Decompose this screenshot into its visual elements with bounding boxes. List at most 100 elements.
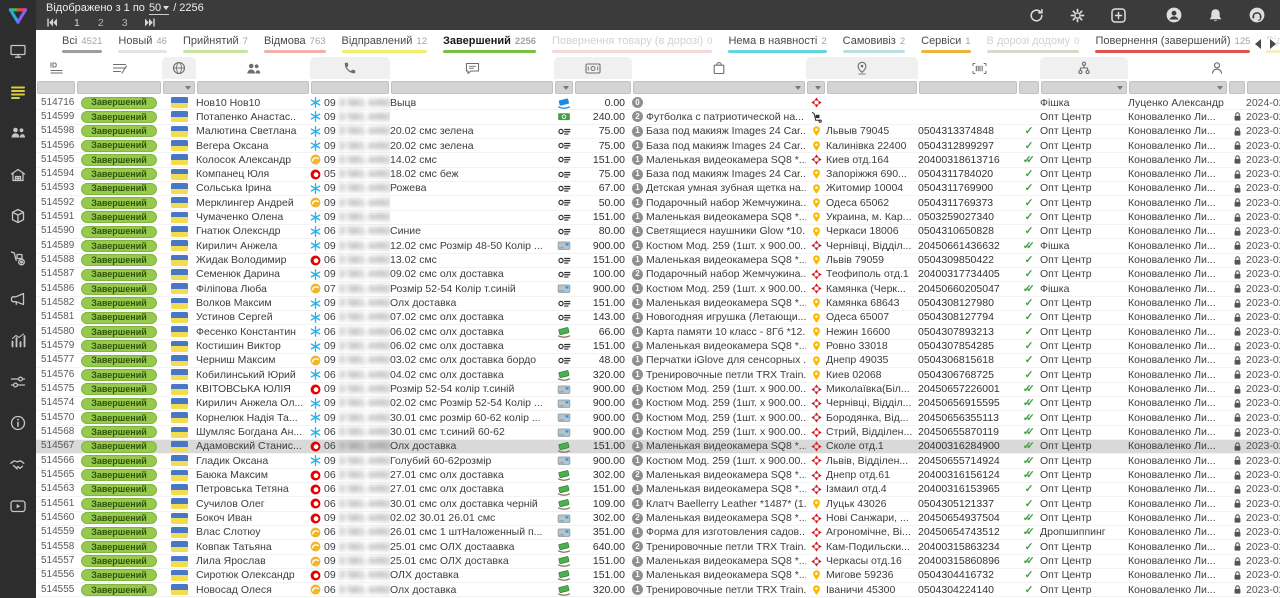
- last-page-button[interactable]: [144, 17, 156, 28]
- filter-payment[interactable]: [555, 81, 573, 94]
- sidebar-item-warehouse[interactable]: [0, 154, 36, 195]
- filter-comment[interactable]: [391, 81, 553, 94]
- table-row[interactable]: 514560ЗавершенийБокоч Иван093 581 449202…: [36, 512, 1280, 526]
- table-row[interactable]: 514557ЗавершенийЛила Ярослав093 581 4492…: [36, 555, 1280, 569]
- table-row[interactable]: 514586ЗавершенийФіліпова Люба073 581 449…: [36, 282, 1280, 296]
- sidebar-item-products[interactable]: [0, 196, 36, 237]
- filter-amount[interactable]: [575, 81, 631, 94]
- table-row[interactable]: 514596ЗавершенийВегера Оксана093 581 449…: [36, 139, 1280, 153]
- user-avatar[interactable]: [1165, 6, 1183, 24]
- filter-check[interactable]: [1019, 81, 1039, 94]
- column-tracking[interactable]: [918, 57, 1040, 79]
- table-row[interactable]: 514595ЗавершенийКолосок Александр093 581…: [36, 153, 1280, 167]
- sidebar-item-marketing[interactable]: [0, 278, 36, 319]
- page-button[interactable]: 2: [98, 17, 104, 29]
- first-page-button[interactable]: [46, 17, 58, 28]
- column-city[interactable]: [806, 57, 918, 79]
- filter-country[interactable]: [163, 81, 195, 94]
- table-row[interactable]: 514590ЗавершенийГнатюк Олексндр063 581 4…: [36, 225, 1280, 239]
- table-row[interactable]: 514559ЗавершенийВлас Слотюу063 581 44922…: [36, 526, 1280, 540]
- table-row[interactable]: 514581ЗавершенийУстинов Сергей063 581 44…: [36, 311, 1280, 325]
- tab-відмова[interactable]: Відмова763: [256, 30, 334, 53]
- column-phone[interactable]: [310, 57, 390, 79]
- tab-повернення-завершений-[interactable]: Повернення (завершений)125: [1087, 30, 1258, 53]
- column-id[interactable]: ID: [36, 57, 76, 79]
- page-size-select[interactable]: 50: [149, 2, 169, 15]
- bell-icon[interactable]: [1207, 7, 1224, 24]
- tab-нема-в-наявності[interactable]: Нема в наявності2: [720, 30, 834, 53]
- table-row[interactable]: 514574ЗавершенийКирилич Анжела Ол...093 …: [36, 397, 1280, 411]
- app-logo[interactable]: [0, 0, 36, 30]
- table-row[interactable]: 514556ЗавершенийСиротюк Олександр093 581…: [36, 569, 1280, 583]
- refresh-button[interactable]: [1028, 7, 1045, 24]
- page-button[interactable]: 1: [74, 17, 80, 29]
- sidebar-item-tutorials[interactable]: [0, 485, 36, 526]
- table-row[interactable]: 514591ЗавершенийЧумаченко Олена093 581 4…: [36, 211, 1280, 225]
- table-row[interactable]: 514555ЗавершенийНовосад Олеся063 581 449…: [36, 583, 1280, 597]
- filter-customer[interactable]: [197, 81, 309, 94]
- column-product[interactable]: [632, 57, 806, 79]
- tab-відправлений[interactable]: Відправлений12: [334, 30, 435, 53]
- table-row[interactable]: 514570ЗавершенийКорнелюк Надія Та...093 …: [36, 411, 1280, 425]
- filter-date[interactable]: [1247, 81, 1280, 94]
- column-customer[interactable]: [196, 57, 310, 79]
- table-row[interactable]: 514563ЗавершенийПетровська Тетяна063 581…: [36, 483, 1280, 497]
- table-row[interactable]: 514594ЗавершенийКомпанец Юля053 581 4492…: [36, 168, 1280, 182]
- sidebar-item-info[interactable]: [0, 403, 36, 444]
- table-row[interactable]: 514598ЗавершенийМалютина Светлана093 581…: [36, 125, 1280, 139]
- table-row[interactable]: 514565ЗавершенийБаюка Максим063 581 4492…: [36, 469, 1280, 483]
- support-headset-icon[interactable]: [1248, 6, 1266, 24]
- tab-новый[interactable]: Новый46: [110, 30, 175, 53]
- table-row[interactable]: 514561ЗавершенийСучилов Олег063 581 4492…: [36, 497, 1280, 511]
- filter-manager[interactable]: [1129, 81, 1227, 94]
- add-order-button[interactable]: [1110, 7, 1127, 24]
- column-comment[interactable]: [390, 57, 554, 79]
- table-row[interactable]: 514577ЗавершенийЧерниш Максим093 581 449…: [36, 354, 1280, 368]
- gear-icon[interactable]: [1069, 7, 1086, 24]
- table-row[interactable]: 514589ЗавершенийКирилич Анжела093 581 44…: [36, 239, 1280, 253]
- table-row[interactable]: 514579ЗавершенийКостишин Виктор093 581 4…: [36, 340, 1280, 354]
- filter-tracking[interactable]: [919, 81, 1017, 94]
- sidebar-item-settings[interactable]: [0, 361, 36, 402]
- filter-product[interactable]: [633, 81, 805, 94]
- table-row[interactable]: 514587ЗавершенийСеменюк Дарина093 581 44…: [36, 268, 1280, 282]
- sidebar-item-customers[interactable]: [0, 113, 36, 154]
- tab-сервіси[interactable]: Сервіси1: [913, 30, 978, 53]
- tab-самовивіз[interactable]: Самовивіз2: [835, 30, 913, 53]
- table-row[interactable]: 514567ЗавершенийАдамовский Станис...063 …: [36, 440, 1280, 454]
- table-row[interactable]: 514593ЗавершенийСольська Ірина093 581 44…: [36, 182, 1280, 196]
- tabs-scroll-right-icon[interactable]: [1270, 39, 1276, 49]
- table-row[interactable]: 514576ЗавершенийКобилинський Юрий063 581…: [36, 368, 1280, 382]
- tab-повернення-товару-в-дорозі-[interactable]: Повернення товару (в дорозі)0: [544, 30, 720, 53]
- table-row[interactable]: 514566ЗавершенийГладик Оксана093 581 449…: [36, 454, 1280, 468]
- sidebar-item-procurement[interactable]: [0, 237, 36, 278]
- sidebar-item-orders[interactable]: [0, 71, 36, 112]
- page-button[interactable]: 3: [122, 17, 128, 29]
- table-row[interactable]: 514575ЗавершенийКВІТОВСЬКА ЮЛІЯ093 581 4…: [36, 383, 1280, 397]
- table-row[interactable]: 514582ЗавершенийВолков Максим093 581 449…: [36, 297, 1280, 311]
- sidebar-item-statistics[interactable]: [0, 320, 36, 361]
- filter-carrier[interactable]: [807, 81, 825, 94]
- column-payment[interactable]: [554, 57, 632, 79]
- tab-прийнятий[interactable]: Прийнятий7: [175, 30, 256, 53]
- filter-status[interactable]: [77, 81, 161, 94]
- filter-id[interactable]: [37, 81, 75, 94]
- sidebar-item-partners[interactable]: [0, 444, 36, 485]
- sidebar-item-dashboard[interactable]: [0, 30, 36, 71]
- filter-phone[interactable]: [311, 81, 389, 94]
- tabs-scroll-left-icon[interactable]: [1255, 39, 1261, 49]
- table-row[interactable]: 514592ЗавершенийМерклингер Андрей093 581…: [36, 196, 1280, 210]
- tab-в-дорозі-додому[interactable]: В дорозі додому0: [979, 30, 1088, 53]
- column-channel[interactable]: [1040, 57, 1128, 79]
- column-status[interactable]: [76, 57, 162, 79]
- column-country[interactable]: [162, 57, 196, 79]
- filter-city[interactable]: [827, 81, 917, 94]
- table-row[interactable]: 514558ЗавершенийКовпак Татьяна093 581 44…: [36, 540, 1280, 554]
- filter-channel[interactable]: [1041, 81, 1127, 94]
- tab-всі[interactable]: Всі4521: [54, 30, 110, 53]
- table-row[interactable]: 514580ЗавершенийФесенко Константин063 58…: [36, 325, 1280, 339]
- table-row[interactable]: 514588ЗавершенийЖидак Володимир063 581 4…: [36, 254, 1280, 268]
- table-row[interactable]: 514599ЗавершенийПотапенко Анастас..093 5…: [36, 110, 1280, 124]
- column-manager[interactable]: [1128, 57, 1280, 79]
- table-row[interactable]: 514716ЗавершенийНов10 Нов10093 581 4492В…: [36, 96, 1280, 110]
